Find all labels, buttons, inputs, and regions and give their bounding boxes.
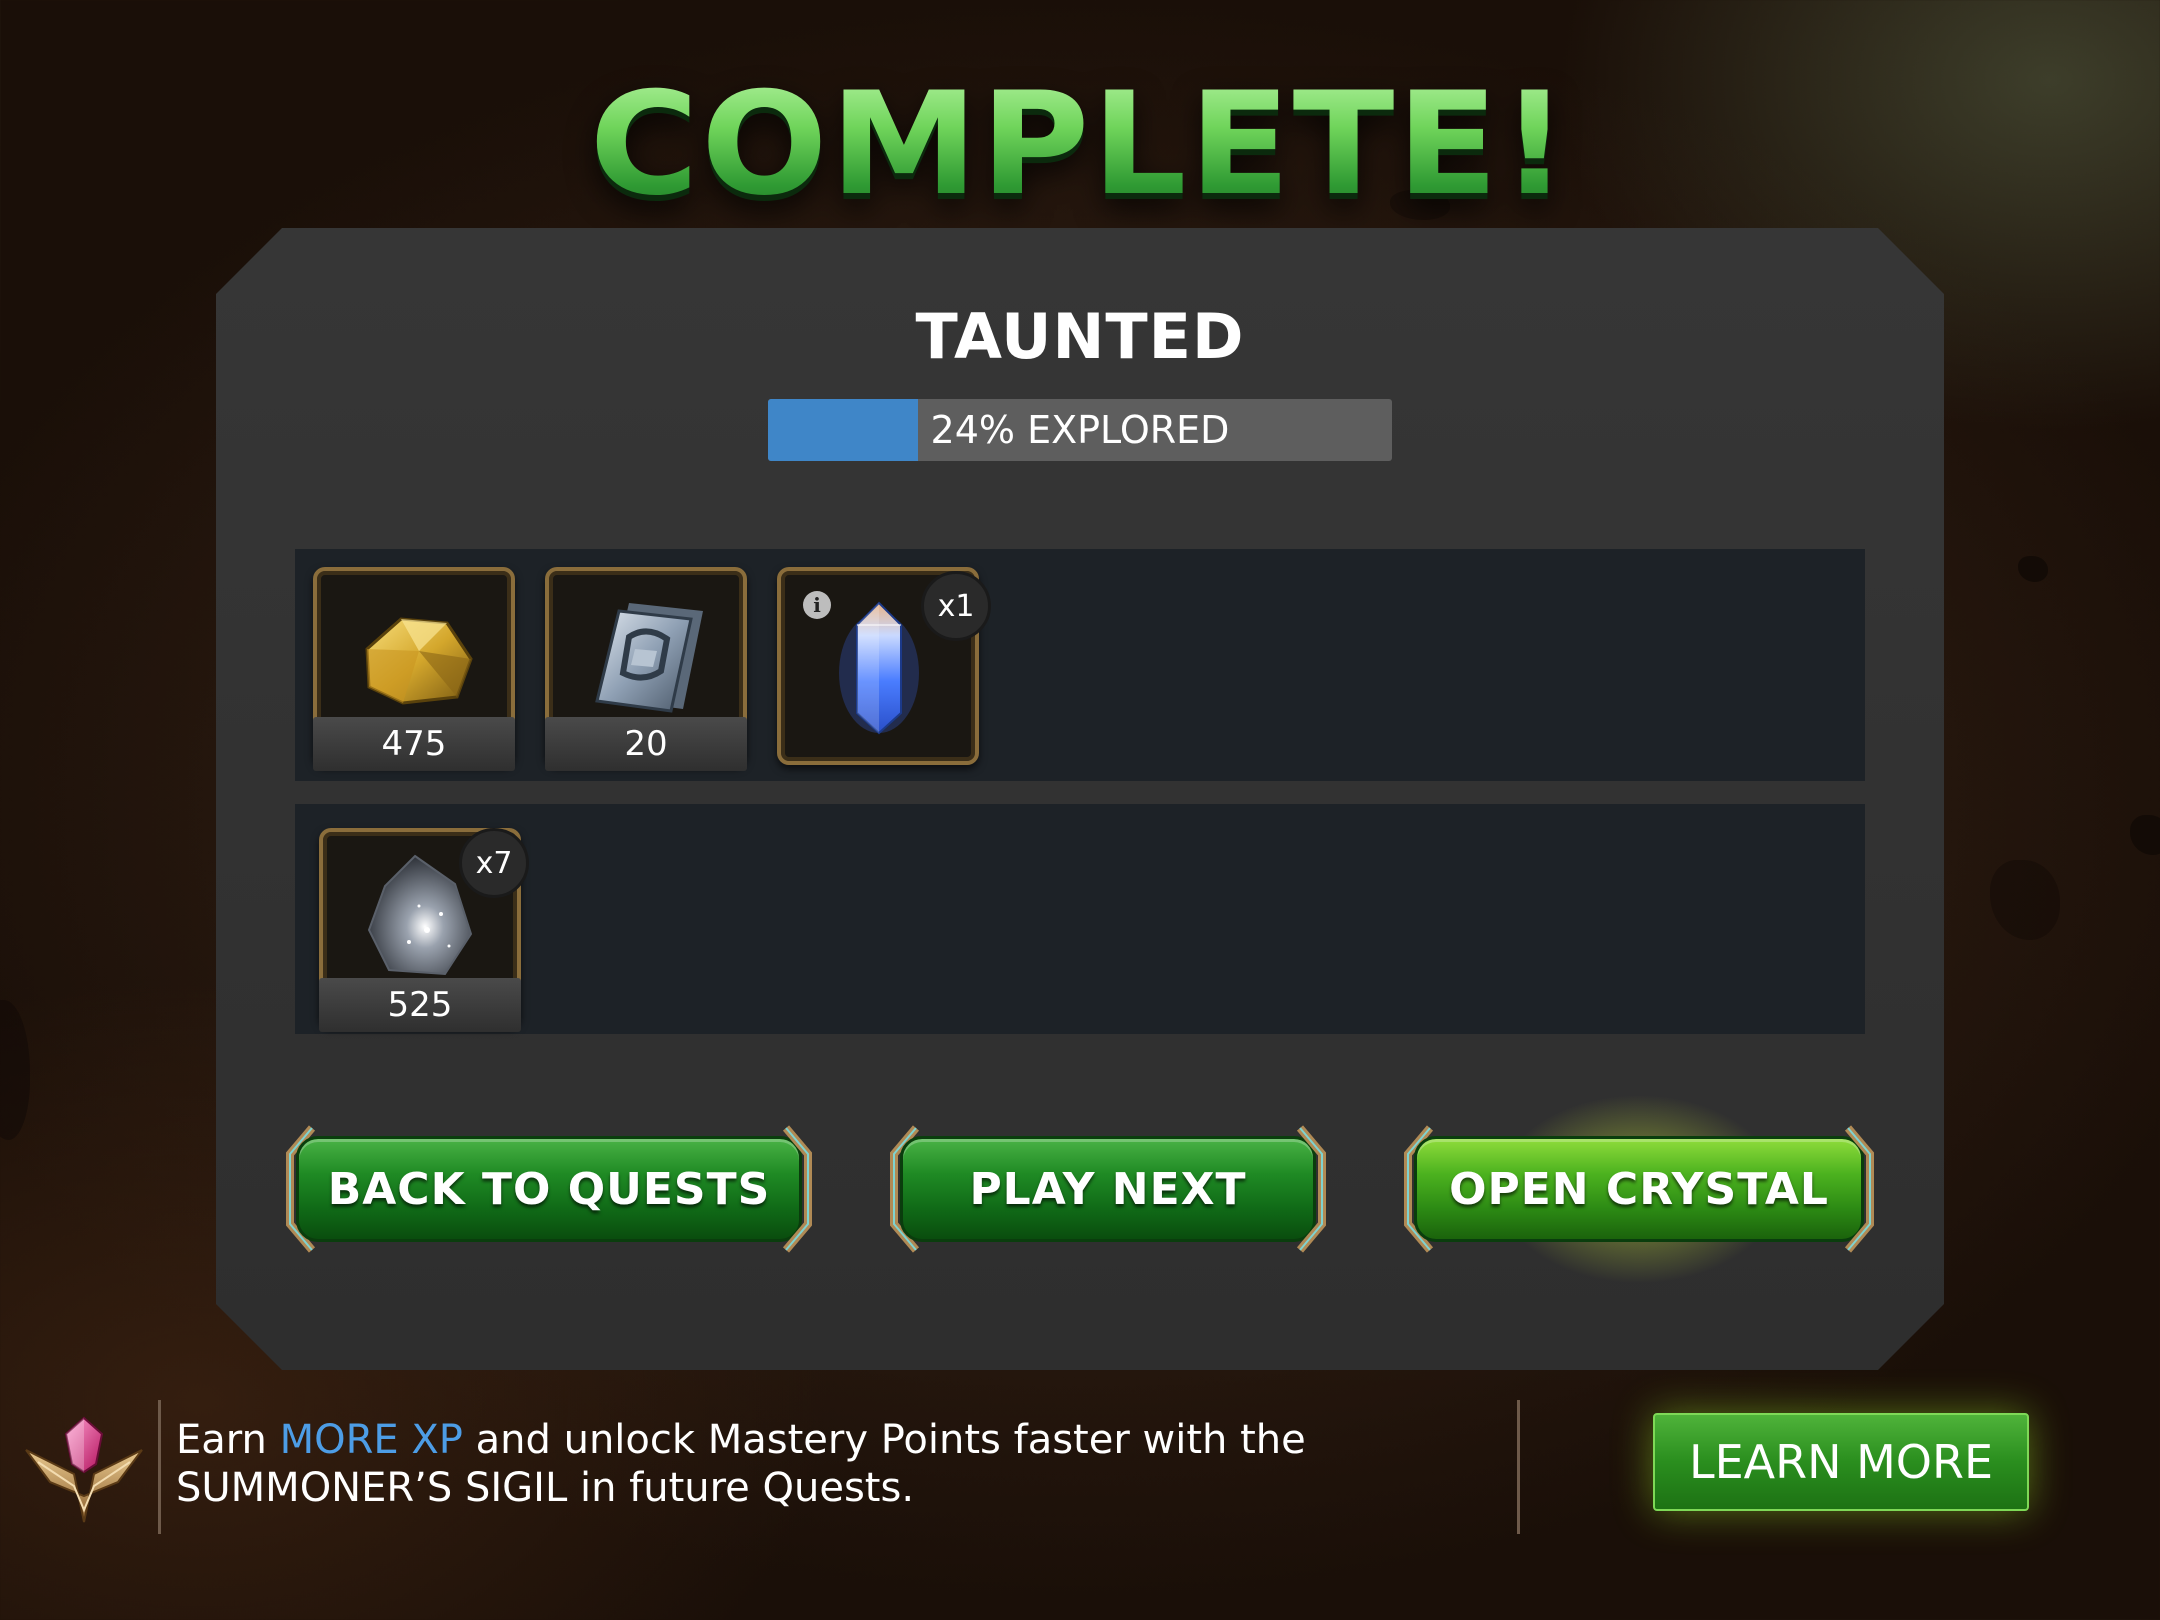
gold-icon — [365, 617, 473, 705]
back-to-quests-button[interactable]: BACK TO QUESTS — [282, 1124, 816, 1254]
complete-title: COMPLETE! — [0, 62, 2160, 227]
info-icon[interactable]: i — [803, 591, 831, 619]
count-badge: x1 — [921, 571, 991, 641]
reward-amount: 20 — [545, 717, 747, 771]
button-label: OPEN CRYSTAL — [1414, 1136, 1864, 1242]
background-rock — [2018, 556, 2048, 582]
rewards-row: 475 20 i x1 — [295, 549, 1865, 781]
reward-battlechips[interactable]: 20 — [545, 567, 747, 771]
button-label: PLAY NEXT — [900, 1136, 1316, 1242]
open-crystal-button[interactable]: OPEN CRYSTAL — [1400, 1094, 1878, 1284]
quest-name: TAUNTED — [915, 300, 1245, 373]
button-label: BACK TO QUESTS — [296, 1136, 802, 1242]
summoners-sigil-icon — [25, 1416, 143, 1523]
learn-more-button[interactable]: LEARN MORE — [1653, 1413, 2029, 1511]
background-rock — [1990, 860, 2060, 940]
reward-gold[interactable]: 475 — [313, 567, 515, 771]
count-badge: x7 — [459, 828, 529, 898]
reward-shards[interactable]: x7 525 — [319, 828, 529, 1032]
button-frame-right — [1296, 1125, 1326, 1253]
exploration-progress-bar: 24% EXPLORED — [768, 399, 1392, 461]
button-frame-right — [782, 1125, 812, 1253]
play-next-button[interactable]: PLAY NEXT — [886, 1124, 1330, 1254]
rewards-row: x7 525 — [295, 804, 1865, 1034]
promo-text-end: and unlock Mastery Points faster with th… — [462, 1417, 1306, 1463]
footer-divider — [1517, 1400, 1520, 1534]
progress-label: 24% EXPLORED — [930, 408, 1230, 452]
footer-divider — [158, 1400, 161, 1534]
reward-crystal[interactable]: i x1 — [777, 567, 991, 765]
background-rock — [0, 1000, 30, 1140]
reward-amount: 525 — [319, 978, 521, 1032]
background-rock — [2130, 815, 2160, 855]
promo-highlight: MORE XP — [279, 1417, 463, 1463]
promo-text-line2: SUMMONER’S SIGIL in future Quests. — [176, 1465, 915, 1511]
promo-text-start: Earn — [176, 1417, 280, 1463]
battlechip-icon — [595, 603, 703, 713]
reward-amount: 475 — [313, 717, 515, 771]
sigil-promo-text: Earn MORE XP and unlock Mastery Points f… — [176, 1416, 1476, 1512]
button-frame-right — [1844, 1125, 1874, 1253]
